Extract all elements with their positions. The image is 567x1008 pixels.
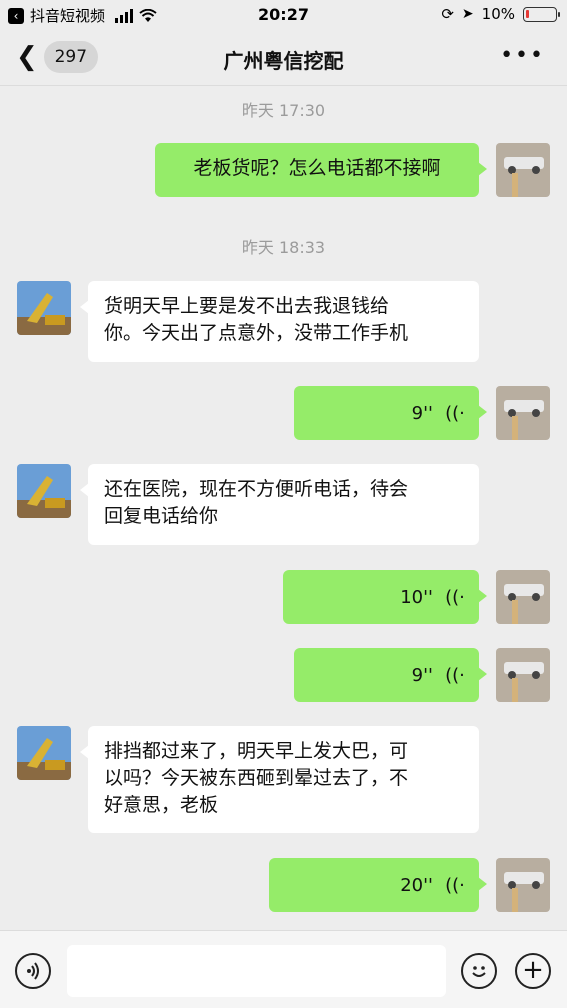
my-avatar[interactable] xyxy=(496,648,550,702)
message-text: 回复电话给你 xyxy=(104,505,219,527)
message-text: 老板货呢？怎么电话都不接啊 xyxy=(193,157,441,179)
message-text: 以吗？今天被东西砸到晕过去了，不 xyxy=(104,767,409,789)
voice-message-sent[interactable]: 9'' ((· xyxy=(294,386,487,440)
contact-avatar[interactable] xyxy=(17,281,71,335)
voice-duration: 20'' xyxy=(400,874,433,896)
voice-message-sent[interactable]: 9'' ((· xyxy=(294,648,487,702)
voice-wave-icon: ((· xyxy=(445,402,465,424)
message-input[interactable] xyxy=(67,945,446,997)
contact-avatar[interactable] xyxy=(17,726,71,780)
message-text: 排挡都过来了，明天早上发大巴，可 xyxy=(104,740,409,762)
chat-title: 广州粤信挖配 xyxy=(223,49,344,73)
message-bubble-received[interactable]: 排挡都过来了，明天早上发大巴，可 以吗？今天被东西砸到晕过去了，不 好意思，老板 xyxy=(80,726,479,833)
battery-fill xyxy=(526,9,529,18)
message-text: 货明天早上要是发不出去我退钱给 xyxy=(104,295,390,317)
contact-avatar[interactable] xyxy=(17,464,71,518)
voice-wave-icon: ((· xyxy=(445,586,465,608)
voice-message-sent[interactable]: 20'' ((· xyxy=(269,858,487,912)
status-bar: ‹ 抖音短视频 20:27 ⟳ ➤ 10% xyxy=(0,0,567,30)
plus-icon[interactable]: + xyxy=(515,953,551,989)
more-options-icon[interactable]: ••• xyxy=(500,44,545,68)
voice-mode-icon[interactable] xyxy=(15,953,51,989)
battery-percent: 10% xyxy=(481,5,515,23)
emoji-icon[interactable] xyxy=(461,953,497,989)
voice-duration: 10'' xyxy=(400,586,433,608)
message-text: 好意思，老板 xyxy=(104,794,219,816)
message-bubble-received[interactable]: 货明天早上要是发不出去我退钱给 你。今天出了点意外，没带工作手机 xyxy=(80,281,479,362)
input-bar: + xyxy=(0,930,567,1008)
my-avatar[interactable] xyxy=(496,386,550,440)
my-avatar[interactable] xyxy=(496,858,550,912)
timestamp: 昨天 18:33 xyxy=(241,238,326,257)
voice-duration: 9'' xyxy=(411,664,433,686)
message-bubble-sent[interactable]: 老板货呢？怎么电话都不接啊 xyxy=(155,143,487,197)
message-text: 还在医院，现在不方便听电话，待会 xyxy=(104,478,409,500)
rotation-lock-icon: ⟳ xyxy=(441,5,454,23)
voice-duration: 9'' xyxy=(411,402,433,424)
status-right: ⟳ ➤ 10% xyxy=(441,5,560,23)
message-text: 你。今天出了点意外，没带工作手机 xyxy=(104,322,409,344)
timestamp: 昨天 17:30 xyxy=(241,101,326,120)
message-bubble-received[interactable]: 还在医院，现在不方便听电话，待会 回复电话给你 xyxy=(80,464,479,545)
my-avatar[interactable] xyxy=(496,570,550,624)
location-icon: ➤ xyxy=(461,6,474,22)
my-avatar[interactable] xyxy=(496,143,550,197)
battery-icon xyxy=(523,6,560,22)
voice-wave-icon: ((· xyxy=(445,664,465,686)
voice-message-sent[interactable]: 10'' ((· xyxy=(283,570,487,624)
voice-wave-icon: ((· xyxy=(445,874,465,896)
nav-bar: ❮ 297 广州粤信挖配 ••• xyxy=(0,30,567,86)
